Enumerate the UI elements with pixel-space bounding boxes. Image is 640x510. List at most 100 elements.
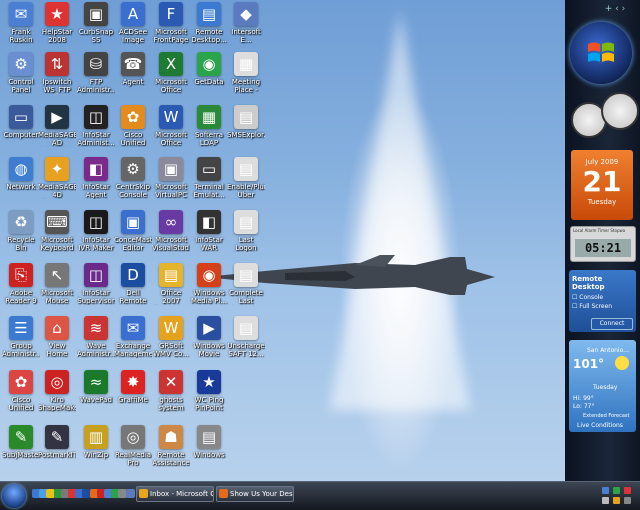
start-button[interactable]: [2, 484, 26, 508]
desktop-icon[interactable]: ✿ Cisco Unified CCX Editor: [114, 105, 152, 151]
desktop-icon[interactable]: ▶ Windows Movie Maker: [190, 316, 228, 362]
desktop-icon[interactable]: ↖ Microsoft Mouse: [38, 263, 76, 309]
desktop-icon-label: Ipswitch WS_FTP Pro: [42, 78, 72, 94]
desktop-icon[interactable]: ▭ Computer: [2, 105, 40, 151]
desktop-icon[interactable]: ⚙ CentrSkip Console: [114, 157, 152, 203]
desktop-icon[interactable]: ▶ MediaSAGE AD Administ...: [38, 105, 76, 151]
desktop-icon[interactable]: ◍ Network: [2, 157, 40, 203]
desktop-icon[interactable]: ✕ ghosts system (Pr...: [152, 370, 190, 416]
desktop-icon-label: Frank Ruskin: [9, 28, 33, 44]
desktop-icon[interactable]: ☎ Agent: [114, 52, 152, 98]
desktop-icon-label: Office 2007 Custom ...: [160, 289, 182, 305]
tray-icon[interactable]: [602, 497, 609, 504]
desktop-icon[interactable]: ▤ Office 2007 Custom ...: [152, 263, 190, 309]
weather-temperature: 101°: [573, 357, 605, 371]
desktop-icon[interactable]: ☗ Remote Assistance: [152, 425, 190, 471]
desktop-icon-label: Softerra LDAP Bro...: [194, 131, 224, 147]
desktop-icon[interactable]: ▤ Last Logon Report - Ca...: [227, 210, 265, 256]
desktop-icon[interactable]: ★ WC Ping PinPoint: [190, 370, 228, 416]
desktop-icon[interactable]: ▤ Complete Last Logon...: [227, 263, 265, 309]
desktop-icon[interactable]: W GRSoft WMV Co...: [152, 316, 190, 362]
desktop-icon[interactable]: ▣ Microsoft VirtualPC: [152, 157, 190, 203]
desktop-icon[interactable]: ◫ InfoStar IVR Maker: [77, 210, 115, 256]
desktop-icon[interactable]: ✿ Cisco Unified CCX Historic...: [2, 370, 40, 416]
desktop-icon-image: ▣: [159, 157, 183, 181]
desktop-icon[interactable]: ▤ SMSExplor...: [227, 105, 265, 151]
desktop-icon[interactable]: ✎ PostmarkIT: [38, 425, 76, 471]
taskbar-window-button[interactable]: Show Us Your Deskt...: [216, 486, 294, 502]
calendar-gadget[interactable]: July 2009 21 Tuesday: [571, 150, 633, 220]
console-option[interactable]: ☐ Console: [569, 293, 636, 302]
desktop-icon[interactable]: ◆ Intersoft E...: [227, 2, 265, 48]
tray-icon[interactable]: [624, 487, 631, 494]
desktop-icon[interactable]: ▣ ConceMast Editor: [114, 210, 152, 256]
tray-icon[interactable]: [602, 487, 609, 494]
desktop-icon-label: HelpStar 2008: [41, 28, 73, 44]
tray-icon[interactable]: [624, 497, 631, 504]
desktop-icon[interactable]: ✎ SubjMaster: [2, 425, 40, 471]
desktop-icon[interactable]: ▤ Remote Desktop...: [190, 2, 228, 48]
weather-live-link[interactable]: Live Conditions: [577, 422, 623, 429]
desktop-icon[interactable]: ◉ GetData: [190, 52, 228, 98]
desktop-icon[interactable]: ▦ Softerra LDAP Bro...: [190, 105, 228, 151]
desktop-icon[interactable]: ☰ Group Administr...: [2, 316, 40, 362]
desktop-icon[interactable]: ⇅ Ipswitch WS_FTP Pro: [38, 52, 76, 98]
tray-icon[interactable]: [613, 497, 620, 504]
quick-launch-icon[interactable]: [125, 489, 135, 498]
desktop-icon[interactable]: ≋ Wave Administr...: [77, 316, 115, 362]
desktop-icon[interactable]: D Dell Remote Console-S...: [114, 263, 152, 309]
desktop-icon[interactable]: ◫ InfoStar Administ...: [77, 105, 115, 151]
desktop-icon[interactable]: ⎘ Adobe Reader 9: [2, 263, 40, 309]
desktop-icon[interactable]: ▤ Windows: [190, 425, 228, 471]
desktop-icon-image: ◫: [84, 105, 108, 129]
desktop-icon[interactable]: ✉ Exchange Management...: [114, 316, 152, 362]
desktop-icon-image: ▤: [234, 157, 258, 181]
desktop-icon-image: ⚙: [9, 52, 33, 76]
desktop-icon[interactable]: ▭ Terminal Emulat...: [190, 157, 228, 203]
desktop-icon[interactable]: ◎ RealMedia Pro: [114, 425, 152, 471]
desktop-icon[interactable]: A ACDSee Image Print Comp...: [114, 2, 152, 48]
desktop-icon-image: ⌨: [45, 210, 69, 234]
desktop-icon[interactable]: ▤ Enable/Plump Uber Guide...: [227, 157, 265, 203]
calendar-weekday: Tuesday: [587, 198, 617, 206]
desktop-icon[interactable]: ✦ MediaSAGE 4D Designer: [38, 157, 76, 203]
desktop-icon[interactable]: ◫ InfoStar Supervisor: [77, 263, 115, 309]
desktop-icon[interactable]: ♻ Recycle Bin: [2, 210, 40, 256]
desktop-icon[interactable]: X Microsoft Office Exc...: [152, 52, 190, 98]
desktop-icon[interactable]: ✸ GraffiMe: [114, 370, 152, 416]
connect-button[interactable]: Connect: [591, 318, 633, 330]
desktop-icon[interactable]: ≈ WavePad: [77, 370, 115, 416]
desktop-icon[interactable]: F Microsoft FrontPage: [152, 2, 190, 48]
desktop-icon[interactable]: ⌂ View Home: [38, 316, 76, 362]
desktop-icon[interactable]: ★ HelpStar 2008: [38, 2, 76, 48]
desktop-icon-label: SubjMaster: [2, 451, 40, 459]
desktop-icon[interactable]: ▥ WinZip: [77, 425, 115, 471]
desktop-icon[interactable]: ∞ Microsoft VisualStud...: [152, 210, 190, 256]
desktop-icon[interactable]: ◧ InfoStar WAR Maker: [190, 210, 228, 256]
desktop-icon-label: InfoStar Agent: [82, 183, 110, 199]
desktop-icon[interactable]: W Microsoft Office Wor...: [152, 105, 190, 151]
clock-tabs[interactable]: Local Alarm Timer Stopwa: [571, 227, 635, 234]
taskbar-window-button[interactable]: Inbox - Microsoft O...: [136, 486, 214, 502]
desktop-icon[interactable]: ◎ Kiro ShapeMaker: [38, 370, 76, 416]
desktop-icon[interactable]: ◉ Windows Media Pl...: [190, 263, 228, 309]
clock-gadget[interactable]: Local Alarm Timer Stopwa 05:21: [570, 226, 636, 262]
desktop-icon[interactable]: ▣ CurbSnap SS: [77, 2, 115, 48]
weather-forecast-link[interactable]: Extended Forecast: [583, 413, 630, 419]
desktop: ✉ Frank Ruskin ★ HelpStar 2008 ▣ CurbSnap SS A…: [0, 0, 565, 481]
desktop-icon[interactable]: ◧ InfoStar Agent: [77, 157, 115, 203]
remote-desktop-title: Remote Desktop: [572, 275, 605, 291]
desktop-icon[interactable]: ▦ Meeting Place - Sch...: [227, 52, 265, 98]
sidebar-controls[interactable]: + ‹ ›: [595, 4, 635, 16]
full-screen-option[interactable]: ☐ Full Screen: [569, 302, 636, 311]
desktop-icon[interactable]: ⛁ FTP Administr...: [77, 52, 115, 98]
desktop-icon[interactable]: ✉ Frank Ruskin: [2, 2, 40, 48]
tray-icon[interactable]: [613, 487, 620, 494]
desktop-icon-image: ↖: [45, 263, 69, 287]
desktop-icon[interactable]: ⌨ Microsoft Keyboard: [38, 210, 76, 256]
desktop-icon[interactable]: ▤ Unscharge SAFT 12...: [227, 316, 265, 362]
desktop-icon-image: ★: [197, 370, 221, 394]
desktop-icon[interactable]: ⚙ Control Panel: [2, 52, 40, 98]
vapor-cone: [330, 10, 470, 410]
desktop-icon-image: ▥: [84, 425, 108, 449]
